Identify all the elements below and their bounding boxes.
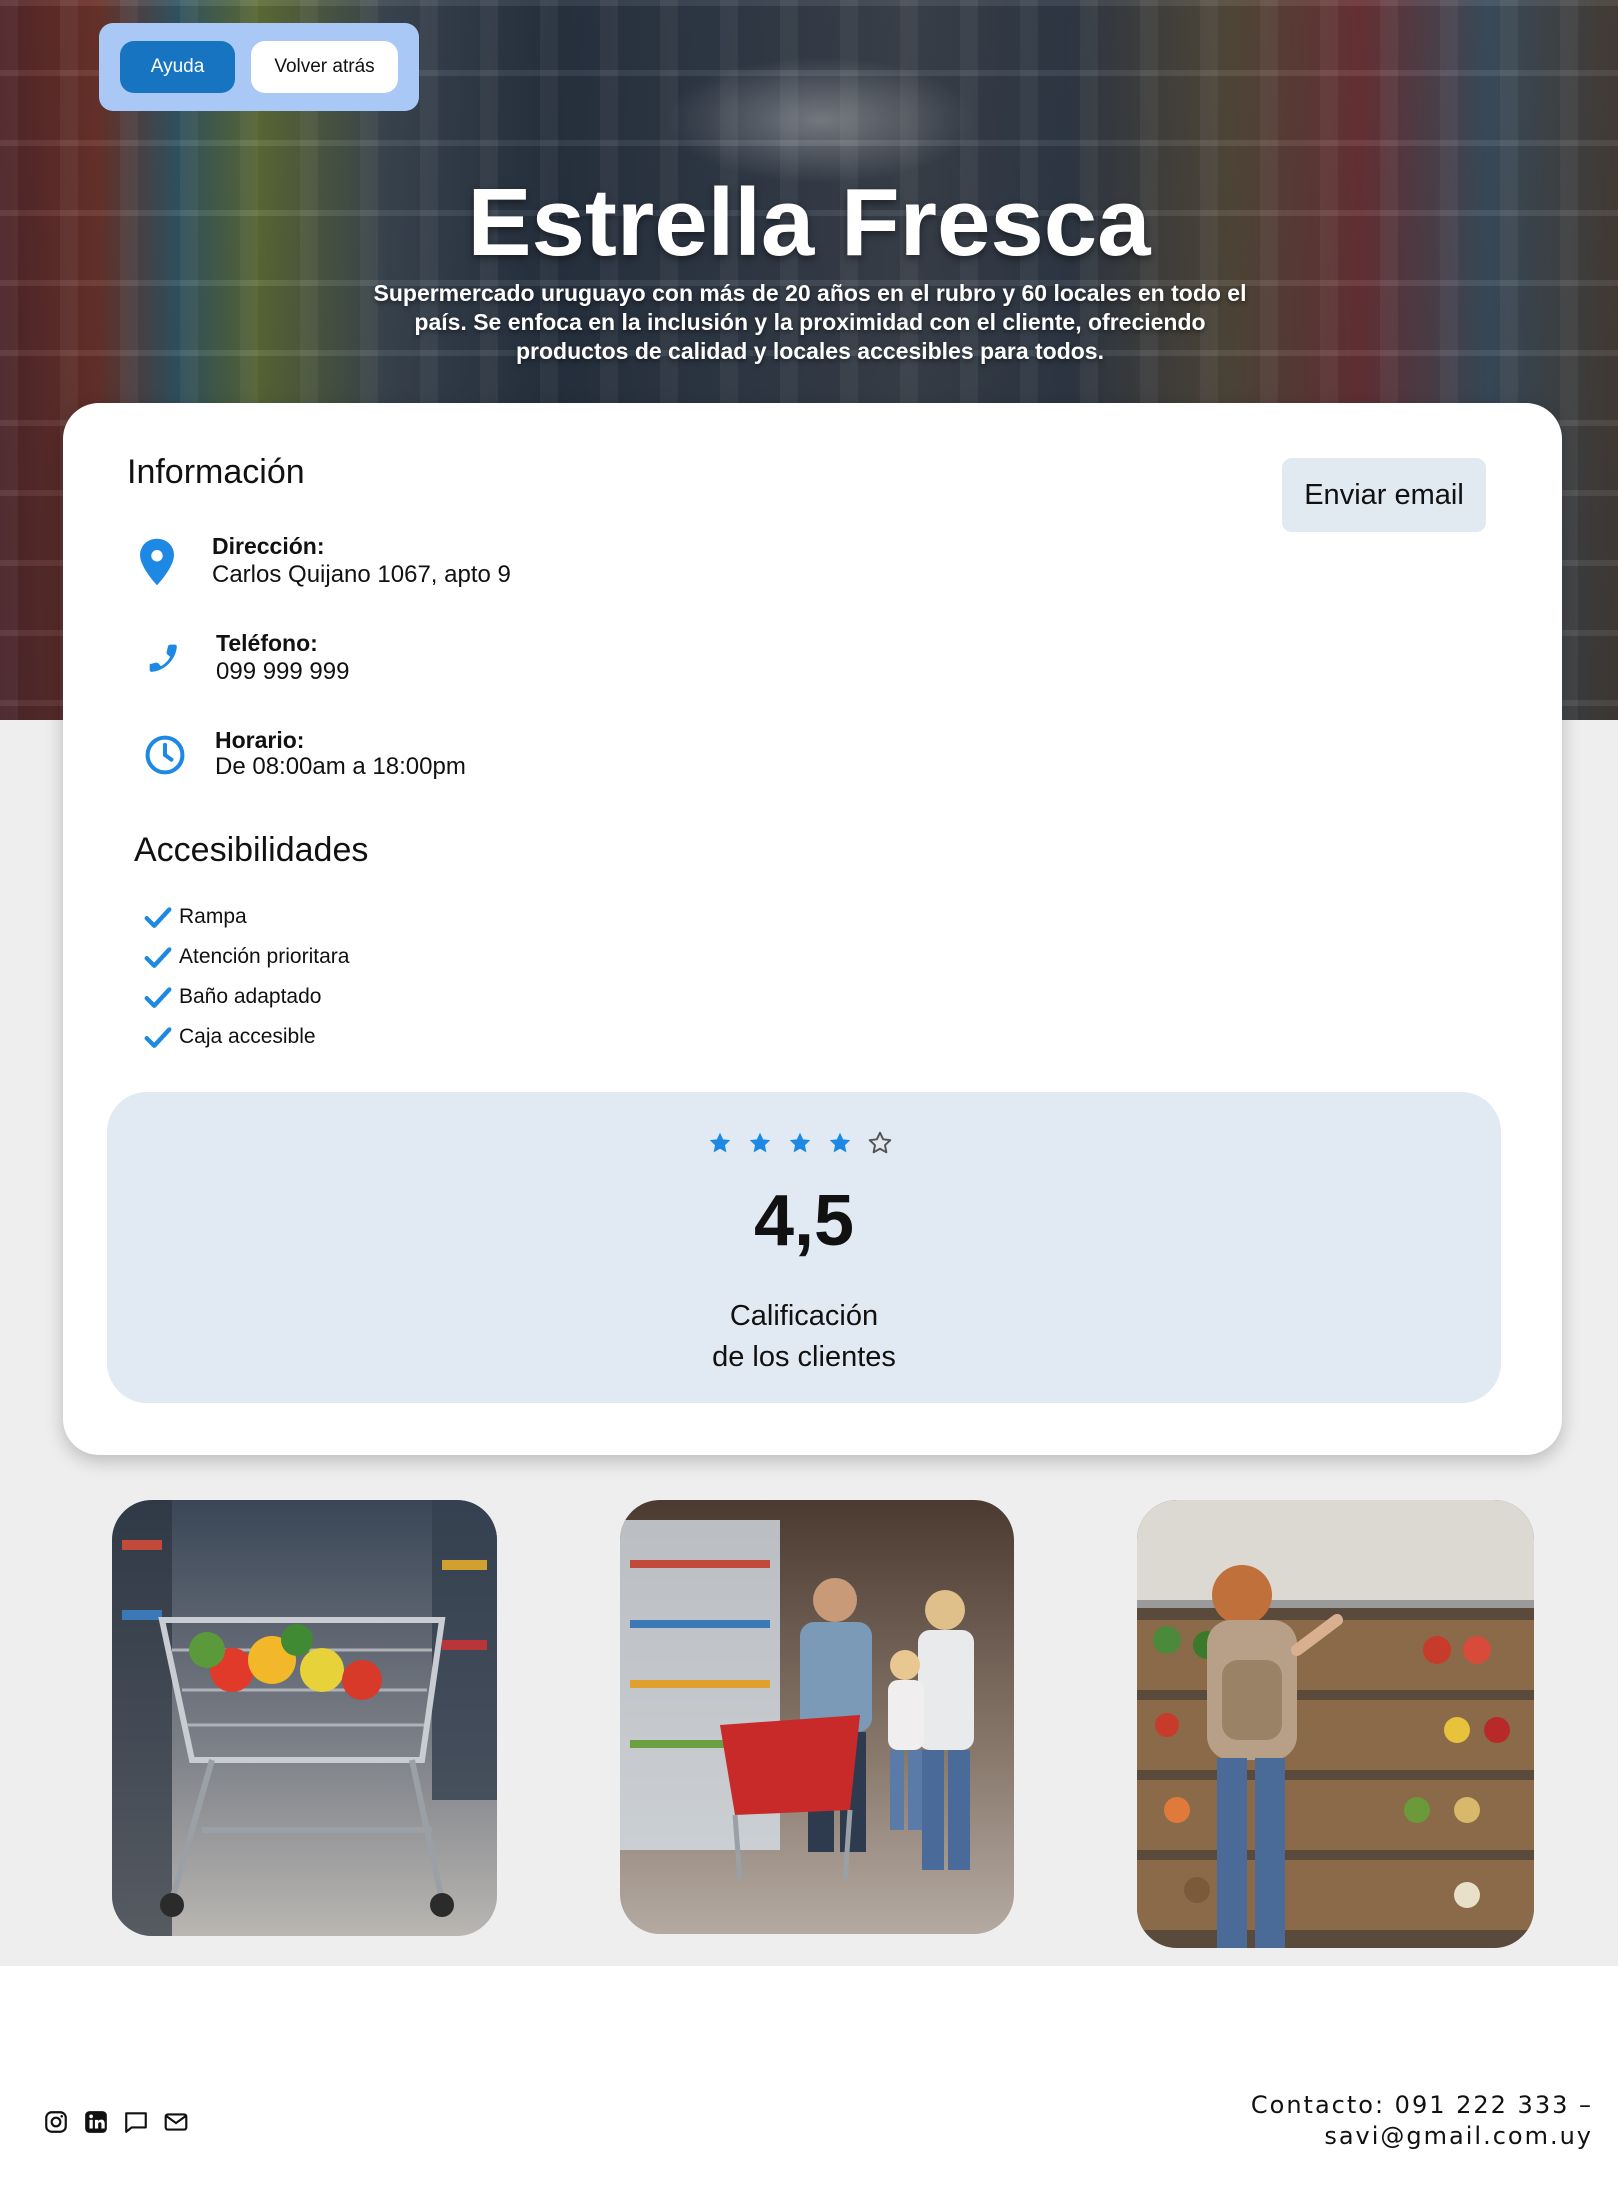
star-filled-icon <box>749 1132 771 1153</box>
family-shopping-photo <box>620 1500 1014 1934</box>
star-rating <box>707 1130 907 1160</box>
star-filled-icon <box>709 1132 731 1153</box>
chat-icon[interactable] <box>123 2109 149 2140</box>
rating-label-line1: Calificación <box>729 1300 879 1332</box>
check-icon <box>144 987 172 1008</box>
store-description: Supermercado uruguayo con más de 20 años… <box>373 280 1247 364</box>
help-button[interactable]: Ayuda <box>120 41 235 93</box>
hours-label: Horario: <box>215 727 305 753</box>
check-icon <box>144 907 172 928</box>
accessibility-item-label: Atención prioritara <box>179 945 350 968</box>
contact-info: Contacto: 091 222 333 – savi@gmail.com.u… <box>1251 2090 1593 2152</box>
social-links <box>43 2109 189 2140</box>
hours-value: De 08:00am a 18:00pm <box>215 753 466 780</box>
rating-label: Calificación de los clientes <box>107 1296 1501 1378</box>
info-heading: Información <box>127 453 305 491</box>
check-icon <box>144 947 172 968</box>
location-pin-icon <box>135 537 179 592</box>
check-icon <box>144 1027 172 1048</box>
accessibility-item-label: Caja accesible <box>179 1025 316 1048</box>
contact-email[interactable]: savi@gmail.com.uy <box>1251 2121 1593 2152</box>
accessibility-item-label: Rampa <box>179 905 247 928</box>
store-title: Estrella Fresca <box>467 169 1151 276</box>
contact-phone: Contacto: 091 222 333 – <box>1250 2091 1593 2119</box>
info-card: Información Enviar email Dirección: Carl… <box>63 403 1562 1455</box>
rating-label-line2: de los clientes <box>712 1341 896 1373</box>
produce-aisle-photo <box>1137 1500 1534 1948</box>
star-empty-icon <box>868 1131 892 1154</box>
send-email-button[interactable]: Enviar email <box>1282 458 1486 532</box>
address-label: Dirección: <box>212 533 325 559</box>
address-value: Carlos Quijano 1067, apto 9 <box>212 561 511 588</box>
accessibility-item: Baño adaptado <box>143 982 321 1012</box>
instagram-icon[interactable] <box>43 2109 69 2140</box>
accessibility-heading: Accesibilidades <box>134 831 369 869</box>
star-filled-icon <box>829 1132 851 1153</box>
linkedin-icon[interactable] <box>83 2109 109 2140</box>
rating-panel: 4,5 Calificación de los clientes <box>107 1092 1501 1403</box>
back-button[interactable]: Volver atrás <box>251 41 398 93</box>
top-button-group: Ayuda Volver atrás <box>99 23 419 111</box>
accessibility-item: Atención prioritara <box>143 942 349 972</box>
phone-label: Teléfono: <box>216 630 318 656</box>
accessibility-item: Caja accesible <box>143 1022 316 1052</box>
accessibility-item-label: Baño adaptado <box>179 985 322 1008</box>
rating-value: 4,5 <box>753 1181 855 1261</box>
shopping-cart-photo <box>112 1500 497 1936</box>
mail-icon[interactable] <box>163 2109 189 2140</box>
phone-icon <box>143 638 183 683</box>
star-filled-icon <box>789 1132 811 1153</box>
clock-icon <box>143 733 187 782</box>
phone-value: 099 999 999 <box>216 658 350 685</box>
accessibility-item: Rampa <box>143 902 247 932</box>
